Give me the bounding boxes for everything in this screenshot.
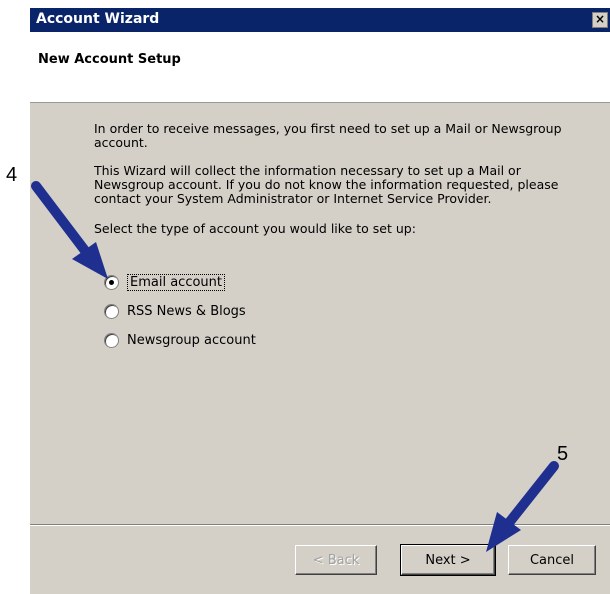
callout-arrows [31,181,559,552]
arrow-to-email-icon [31,181,108,279]
arrow-to-next-icon [486,461,559,552]
